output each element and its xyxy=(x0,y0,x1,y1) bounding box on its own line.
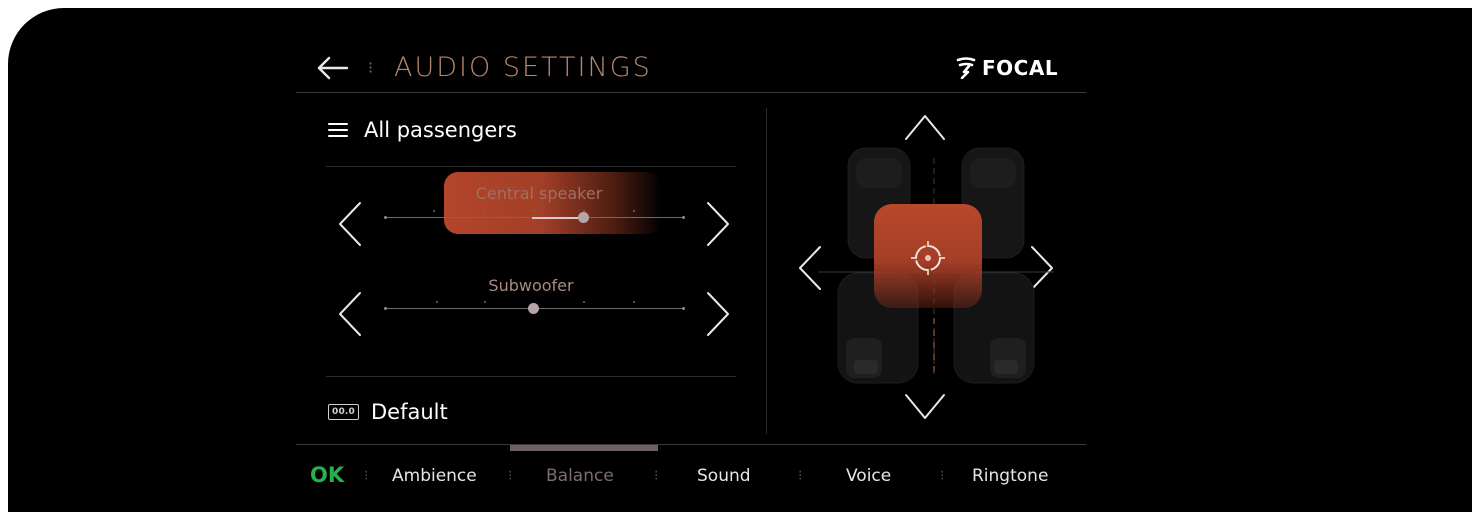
bottom-divider xyxy=(296,444,1086,445)
tab-ambience[interactable]: Ambience xyxy=(392,466,477,486)
panel-divider xyxy=(326,376,736,377)
tab-sound[interactable]: Sound xyxy=(697,466,751,486)
chevron-right-icon[interactable] xyxy=(704,200,732,248)
chevron-right-icon[interactable] xyxy=(704,290,732,338)
subwoofer-label: Subwoofer xyxy=(488,276,574,295)
tab-separator: ⁝ xyxy=(508,468,513,484)
tab-balance[interactable]: Balance xyxy=(546,466,614,486)
passenger-selector-label: All passengers xyxy=(364,118,517,142)
tab-separator: ⁝ xyxy=(364,468,369,484)
brand-name: FOCAL xyxy=(982,56,1059,80)
slider-focus-highlight xyxy=(444,172,662,234)
focal-logo-icon xyxy=(956,57,976,79)
hamburger-menu-icon xyxy=(328,123,348,137)
slider-knob[interactable] xyxy=(528,303,539,314)
tab-voice[interactable]: Voice xyxy=(846,466,891,486)
tab-separator: ⁝ xyxy=(654,468,659,484)
central-speaker-label: Central speaker xyxy=(475,184,603,203)
panel-vertical-divider xyxy=(766,108,767,434)
panel-divider xyxy=(326,166,736,167)
ok-button[interactable]: OK xyxy=(310,463,344,487)
default-badge-icon: 00.0 xyxy=(328,404,360,420)
tab-ringtone[interactable]: Ringtone xyxy=(972,466,1048,486)
active-tab-indicator xyxy=(510,445,658,451)
chevron-left-icon[interactable] xyxy=(336,290,364,338)
balance-focus-pad[interactable] xyxy=(874,204,982,308)
tab-separator: ⁝ xyxy=(798,468,803,484)
header-separator: ⁝ xyxy=(368,58,374,77)
passenger-selector[interactable]: All passengers xyxy=(328,118,517,142)
target-icon xyxy=(911,241,945,275)
arrow-left-icon[interactable] xyxy=(316,54,350,82)
header-divider xyxy=(296,92,1086,93)
default-button[interactable]: 00.0 Default xyxy=(328,400,448,424)
slider-knob[interactable] xyxy=(578,212,589,223)
brand-logo: FOCAL xyxy=(956,52,1058,84)
default-label: Default xyxy=(371,400,448,424)
tab-separator: ⁝ xyxy=(940,468,945,484)
page-title: AUDIO SETTINGS xyxy=(394,52,652,83)
audio-settings-screen: ⁝ AUDIO SETTINGS FOCAL All passengers Ce… xyxy=(8,8,1472,512)
chevron-left-icon[interactable] xyxy=(336,200,364,248)
